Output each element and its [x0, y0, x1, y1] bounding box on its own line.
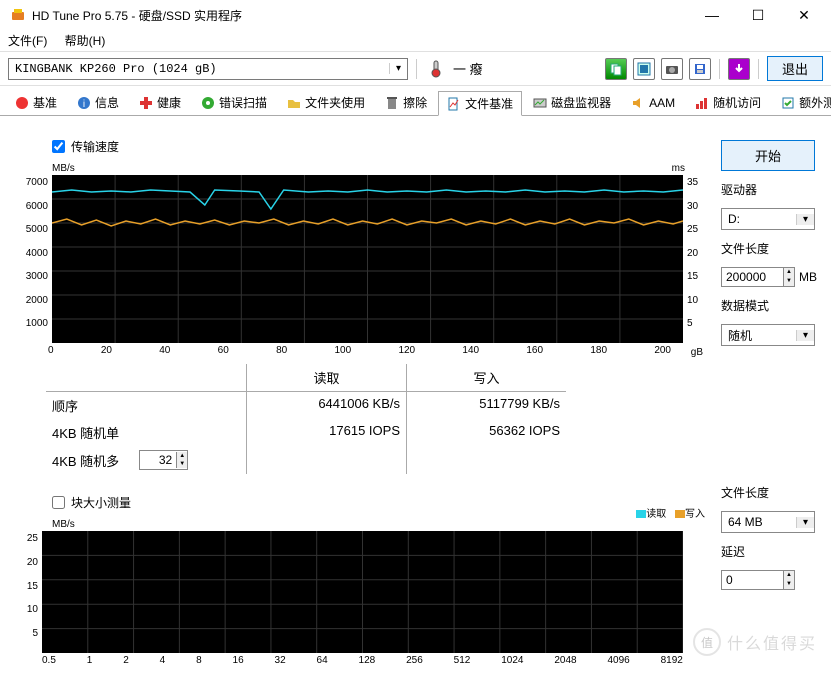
side-drive-select[interactable]: D:▾: [721, 208, 815, 230]
close-button[interactable]: ✕: [781, 0, 827, 30]
menu-file[interactable]: 文件(F): [8, 34, 47, 48]
transfer-speed-label: 传输速度: [71, 138, 119, 155]
side-panel: 开始 驱动器 D:▾ 文件长度 ▲▼ MB 数据模式 随机▾ 文件长度 64 M…: [721, 138, 815, 666]
sequential-read: 6441006 KB/s: [246, 392, 406, 419]
maximize-button[interactable]: ☐: [735, 0, 781, 30]
row-4k-single-label: 4KB 随机单: [46, 419, 246, 446]
chevron-down-icon: ▾: [796, 517, 814, 528]
tab-health[interactable]: 健康: [130, 90, 190, 115]
read-header: 读取: [246, 364, 406, 392]
drive-select-value: KINGBANK KP260 Pro (1024 gB): [9, 62, 389, 76]
tab-random-access[interactable]: 随机访问: [686, 90, 770, 115]
tab-errorscan[interactable]: 错误扫描: [192, 90, 276, 115]
title-bar: HD Tune Pro 5.75 - 硬盘/SSD 实用程序 — ☐ ✕: [0, 0, 831, 30]
start-button[interactable]: 开始: [721, 140, 815, 171]
side-delay-label: 延迟: [721, 543, 815, 560]
minimize-button[interactable]: —: [689, 0, 735, 30]
tab-bar: 基准 i信息 健康 错误扫描 文件夹使用 擦除 文件基准 磁盘监视器 AAM 随…: [0, 86, 831, 116]
content-area: 传输速度 MB/s ms 700060005000400030002000100…: [0, 116, 831, 676]
4k-single-write: 56362 IOPS: [406, 419, 566, 446]
tab-extra[interactable]: 额外测试: [772, 90, 831, 115]
menu-bar: 文件(F) 帮助(H): [0, 30, 831, 51]
chevron-down-icon: ▾: [796, 330, 814, 341]
spin-up-icon[interactable]: ▲: [784, 571, 794, 580]
threads-value[interactable]: [140, 453, 176, 467]
transfer-chart: MB/s ms 7000600050004000300020001000 353…: [16, 163, 707, 356]
row-4k-multi-label: 4KB 随机多 ▲▼: [46, 446, 246, 474]
app-icon: [10, 7, 26, 23]
spin-up-icon[interactable]: ▲: [177, 452, 187, 460]
svg-text:i: i: [83, 99, 85, 110]
tab-file-benchmark[interactable]: 文件基准: [438, 91, 522, 116]
spin-down-icon[interactable]: ▼: [177, 460, 187, 468]
side-drive-label: 驱动器: [721, 181, 815, 198]
camera-icon[interactable]: [661, 58, 683, 80]
write-header: 写入: [406, 364, 566, 392]
tab-aam[interactable]: AAM: [622, 90, 684, 115]
tab-erase[interactable]: 擦除: [376, 90, 436, 115]
download-icon[interactable]: [728, 58, 750, 80]
4k-multi-write: [406, 446, 566, 474]
window-title: HD Tune Pro 5.75 - 硬盘/SSD 实用程序: [32, 7, 689, 24]
drive-select[interactable]: KINGBANK KP260 Pro (1024 gB) ▾: [8, 58, 408, 80]
exit-button[interactable]: 退出: [767, 56, 823, 81]
save-icon[interactable]: [689, 58, 711, 80]
chart2-y-unit: MB/s: [52, 519, 75, 530]
blocksize-plot: [42, 531, 683, 653]
spin-down-icon[interactable]: ▼: [784, 580, 794, 589]
side-delay-input[interactable]: [721, 570, 783, 590]
transfer-speed-checkbox[interactable]: [52, 140, 65, 153]
chart1-x-unit: gB: [691, 347, 703, 358]
spin-up-icon[interactable]: ▲: [784, 268, 794, 277]
side-filelen1-label: 文件长度: [721, 240, 815, 257]
chevron-down-icon: ▾: [796, 214, 814, 225]
blocksize-chart: MB/s 读取 写入 252015105 0.51248163264128256…: [16, 519, 707, 666]
menu-help[interactable]: 帮助(H): [65, 34, 106, 48]
4k-multi-read: [246, 446, 406, 474]
copy-icon[interactable]: [605, 58, 627, 80]
side-filelen2-label: 文件长度: [721, 484, 815, 501]
chart2-legend: 读取 写入: [630, 505, 705, 520]
chart1-y-unit: MB/s: [52, 163, 75, 174]
side-mode-label: 数据模式: [721, 297, 815, 314]
sequential-write: 5117799 KB/s: [406, 392, 566, 419]
blocksize-checkbox[interactable]: [52, 496, 65, 509]
tab-folder-usage[interactable]: 文件夹使用: [278, 90, 374, 115]
chart1-y2-unit: ms: [672, 163, 685, 174]
threads-spinner[interactable]: ▲▼: [139, 450, 188, 470]
tab-benchmark[interactable]: 基准: [6, 90, 66, 115]
side-filelen2-select[interactable]: 64 MB▾: [721, 511, 815, 533]
blocksize-label: 块大小测量: [71, 494, 131, 511]
results-table: 读取 写入 顺序 6441006 KB/s 5117799 KB/s 4KB 随…: [46, 364, 707, 474]
row-sequential-label: 顺序: [46, 392, 246, 419]
spin-down-icon[interactable]: ▼: [784, 277, 794, 286]
side-mode-select[interactable]: 随机▾: [721, 324, 815, 346]
4k-single-read: 17615 IOPS: [246, 419, 406, 446]
thermometer-icon: [425, 58, 447, 80]
side-filelen1-input[interactable]: [721, 267, 783, 287]
tab-disk-monitor[interactable]: 磁盘监视器: [524, 90, 620, 115]
chevron-down-icon[interactable]: ▾: [389, 63, 407, 74]
temperature-label: 一 癈: [453, 59, 483, 78]
top-toolbar: KINGBANK KP260 Pro (1024 gB) ▾ 一 癈 退出: [0, 51, 831, 86]
tab-info[interactable]: i信息: [68, 90, 128, 115]
screenshot-icon[interactable]: [633, 58, 655, 80]
transfer-plot: [52, 175, 683, 343]
